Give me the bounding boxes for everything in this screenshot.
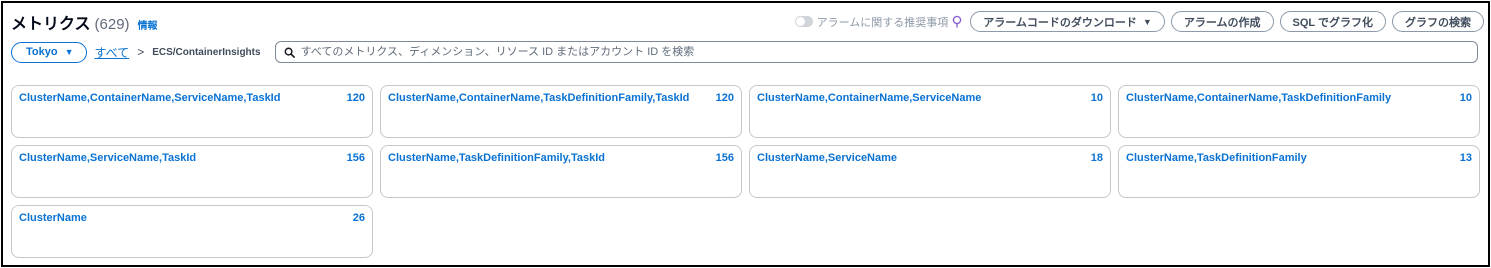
dimension-card[interactable]: ClusterName,ContainerName,ServiceName 10 xyxy=(749,85,1111,138)
dimension-card-count: 156 xyxy=(715,152,734,164)
dimension-card-label: ClusterName,ContainerName,TaskDefinition… xyxy=(1126,92,1392,104)
filter-row: Tokyo ▼ すべて > ECS/ContainerInsights xyxy=(11,41,1478,63)
download-alarm-code-button[interactable]: アラームコードのダウンロード ▼ xyxy=(970,11,1165,32)
lightbulb-icon xyxy=(952,15,962,27)
caret-down-icon: ▼ xyxy=(1142,16,1152,27)
dimension-card-count: 120 xyxy=(715,92,734,104)
dimension-card-count: 10 xyxy=(1459,92,1472,104)
search-input[interactable] xyxy=(300,46,1477,58)
dimension-card-label: ClusterName,ServiceName,TaskId xyxy=(19,152,197,164)
metric-count: (629) xyxy=(94,16,130,33)
create-alarm-label: アラームの作成 xyxy=(1183,16,1261,29)
dimension-card[interactable]: ClusterName,ContainerName,TaskDefinition… xyxy=(1118,85,1480,138)
dimension-card[interactable]: ClusterName,TaskDefinitionFamily 13 xyxy=(1118,145,1480,198)
search-box[interactable] xyxy=(274,41,1478,63)
download-button-label: アラームコードのダウンロード xyxy=(983,16,1137,29)
dimension-card-label: ClusterName,ServiceName xyxy=(757,152,898,164)
dimension-card-label: ClusterName,ContainerName,ServiceName,Ta… xyxy=(19,92,281,104)
page-title: メトリクス xyxy=(11,16,91,33)
browse-graphs-label: グラフの検索 xyxy=(1405,16,1471,29)
dimension-card[interactable]: ClusterName,TaskDefinitionFamily,TaskId … xyxy=(380,145,742,198)
dimension-card[interactable]: ClusterName,ContainerName,TaskDefinition… xyxy=(380,85,742,138)
browse-graphs-button[interactable]: グラフの検索 xyxy=(1392,11,1484,32)
chevron-right-icon: > xyxy=(137,45,145,59)
dimension-card[interactable]: ClusterName,ServiceName,TaskId 156 xyxy=(11,145,373,198)
dimension-card[interactable]: ClusterName,ServiceName 18 xyxy=(749,145,1111,198)
create-alarm-button[interactable]: アラームの作成 xyxy=(1170,11,1274,32)
dimension-card-label: ClusterName xyxy=(19,212,87,224)
dimension-card-count: 120 xyxy=(346,92,365,104)
dimension-card-count: 18 xyxy=(1090,152,1103,164)
sql-graph-button[interactable]: SQL でグラフ化 xyxy=(1279,11,1386,32)
dimension-card-label: ClusterName,TaskDefinitionFamily,TaskId xyxy=(388,152,606,164)
toggle-switch-icon[interactable] xyxy=(794,16,813,27)
dimension-card[interactable]: ClusterName 26 xyxy=(11,205,373,258)
caret-down-icon: ▼ xyxy=(64,47,74,57)
dimension-card-grid: ClusterName,ContainerName,ServiceName,Ta… xyxy=(11,85,1483,258)
header-actions: アラームに関する推奨事項 アラームコードのダウンロード ▼ アラームの作成 SQ… xyxy=(794,11,1484,32)
region-selector[interactable]: Tokyo ▼ xyxy=(11,41,87,63)
dimension-card-count: 156 xyxy=(346,152,365,164)
alarm-recommendations-toggle[interactable]: アラームに関する推奨事項 xyxy=(794,14,963,30)
info-link[interactable]: 情報 xyxy=(138,17,158,32)
dimension-card-count: 10 xyxy=(1090,92,1103,104)
dimension-card-count: 26 xyxy=(352,212,365,224)
toggle-label: アラームに関する推奨事項 xyxy=(816,16,949,29)
breadcrumb-current: ECS/ContainerInsights xyxy=(152,46,261,58)
dimension-card[interactable]: ClusterName,ContainerName,ServiceName,Ta… xyxy=(11,85,373,138)
metrics-panel: メトリクス (629) 情報 アラームに関する推奨事項 アラームコードのダウンロ… xyxy=(1,1,1490,267)
dimension-card-count: 13 xyxy=(1459,152,1472,164)
region-label: Tokyo xyxy=(26,46,58,58)
dimension-card-label: ClusterName,ContainerName,ServiceName xyxy=(757,92,982,104)
panel-header: メトリクス (629) 情報 xyxy=(11,10,158,33)
dimension-card-label: ClusterName,TaskDefinitionFamily xyxy=(1126,152,1307,164)
sql-graph-label: SQL でグラフ化 xyxy=(1292,16,1373,29)
dimension-card-label: ClusterName,ContainerName,TaskDefinition… xyxy=(388,92,690,104)
breadcrumb-all-link[interactable]: すべて xyxy=(95,44,130,61)
search-icon xyxy=(284,47,295,58)
